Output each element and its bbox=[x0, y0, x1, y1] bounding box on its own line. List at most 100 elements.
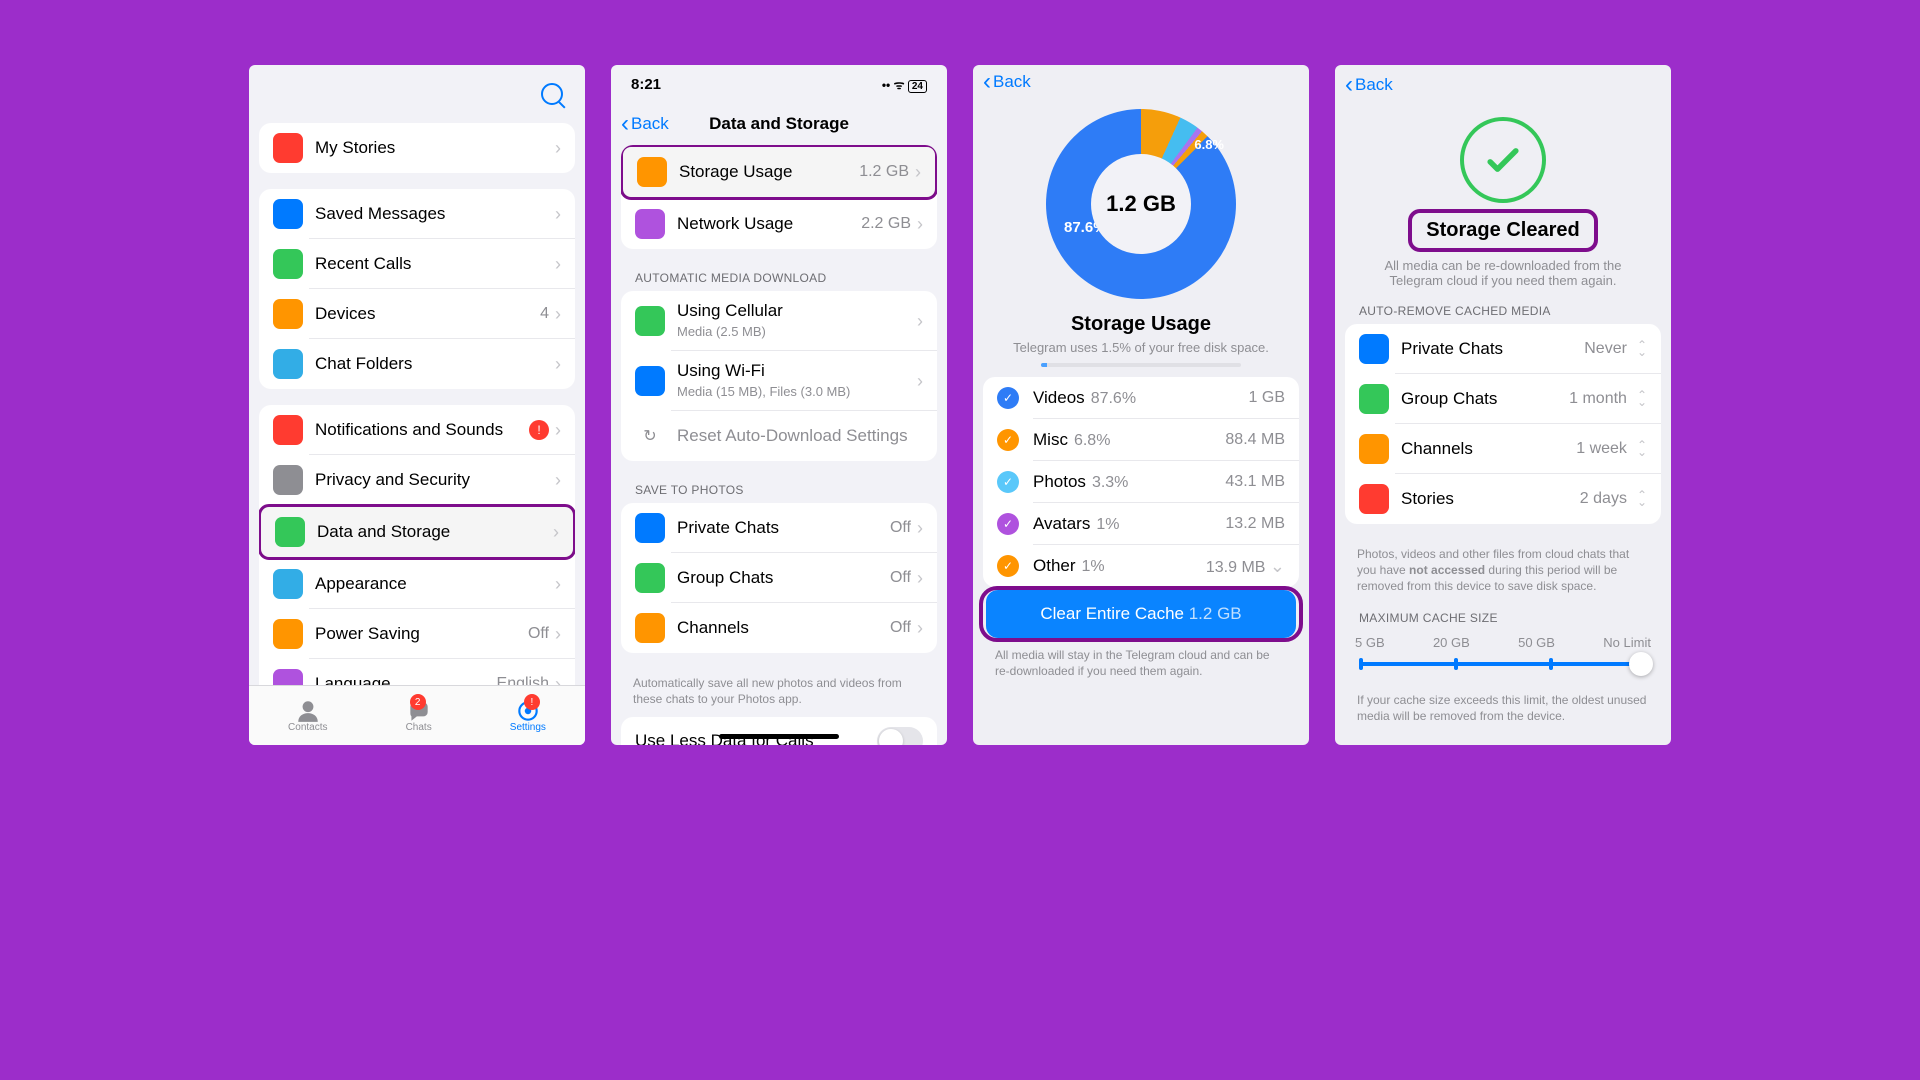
settings-row[interactable]: Network Usage2.2 GB › bbox=[621, 199, 937, 249]
settings-row[interactable]: Notifications and Sounds! › bbox=[259, 405, 575, 455]
tab-chats[interactable]: 2 Chats bbox=[406, 698, 432, 733]
back-button[interactable]: ‹Back bbox=[1345, 73, 1393, 97]
row-label: Misc6.8% bbox=[1033, 430, 1225, 450]
tab-settings[interactable]: ! Settings bbox=[510, 698, 546, 733]
max-cache-slider[interactable]: 5 GB 20 GB 50 GB No Limit bbox=[1335, 631, 1671, 676]
chevron-right-icon: › bbox=[555, 470, 561, 491]
settings-row[interactable]: ChannelsOff › bbox=[621, 603, 937, 653]
donut-slice-label: 87.6% bbox=[1064, 219, 1107, 236]
navbar: ‹Back Data and Storage bbox=[611, 103, 947, 145]
row-trail: 1 month⌃⌄ bbox=[1569, 390, 1647, 408]
settings-row[interactable]: Power SavingOff › bbox=[259, 609, 575, 659]
search-icon[interactable] bbox=[541, 83, 563, 105]
row-size: 13.2 MB bbox=[1225, 515, 1285, 533]
tab-contacts[interactable]: Contacts bbox=[288, 698, 327, 733]
row-label: Recent Calls bbox=[315, 254, 555, 274]
clear-cache-button[interactable]: Clear Entire Cache 1.2 GB bbox=[986, 590, 1296, 638]
row-icon bbox=[635, 209, 665, 239]
row-label: Photos3.3% bbox=[1033, 472, 1225, 492]
status-bar: 8:21 •• ᯤ 24 bbox=[611, 65, 947, 103]
settings-row[interactable]: Using Wi-FiMedia (15 MB), Files (3.0 MB)… bbox=[621, 351, 937, 411]
settings-row[interactable]: Appearance › bbox=[259, 559, 575, 609]
row-use-less-data[interactable]: Use Less Data for Calls bbox=[621, 717, 937, 745]
row-label: Channels bbox=[1401, 439, 1576, 459]
storage-item-row[interactable]: ✓Other1%13.9 MB ⌄ bbox=[983, 545, 1299, 587]
auto-remove-row[interactable]: Stories2 days⌃⌄ bbox=[1345, 474, 1661, 524]
reset-auto-download[interactable]: ↻Reset Auto-Download Settings bbox=[621, 411, 937, 461]
storage-item-row[interactable]: ✓Photos3.3%43.1 MB bbox=[983, 461, 1299, 503]
settings-row[interactable]: Data and Storage › bbox=[261, 507, 573, 557]
tab-bar: Contacts 2 Chats ! Settings bbox=[249, 685, 585, 745]
chevron-right-icon: › bbox=[917, 518, 923, 539]
chevron-right-icon: › bbox=[917, 214, 923, 235]
settings-row[interactable]: Using CellularMedia (2.5 MB) › bbox=[621, 291, 937, 351]
row-icon bbox=[273, 199, 303, 229]
settings-row[interactable]: Group ChatsOff › bbox=[621, 553, 937, 603]
success-check-icon bbox=[1460, 117, 1546, 203]
settings-row[interactable]: Privacy and Security › bbox=[259, 455, 575, 505]
chevron-left-icon: ‹ bbox=[1345, 73, 1353, 97]
toggle[interactable] bbox=[877, 727, 923, 745]
storage-item-row[interactable]: ✓Videos87.6%1 GB bbox=[983, 377, 1299, 419]
row-icon bbox=[273, 349, 303, 379]
row-label: Notifications and Sounds bbox=[315, 420, 529, 440]
settings-row[interactable]: My Stories › bbox=[259, 123, 575, 173]
settings-row[interactable]: Storage Usage1.2 GB › bbox=[623, 147, 935, 197]
row-trail: 2 days⌃⌄ bbox=[1580, 490, 1647, 508]
slider-tick-label: 50 GB bbox=[1518, 635, 1555, 650]
home-indicator bbox=[719, 734, 839, 739]
chevron-right-icon: › bbox=[917, 371, 923, 392]
checkmark-icon: ✓ bbox=[997, 513, 1019, 535]
row-trail: Off bbox=[890, 569, 911, 587]
updown-icon: ⌃⌄ bbox=[1637, 392, 1647, 406]
badge: ! bbox=[524, 694, 540, 710]
chevron-right-icon: › bbox=[555, 420, 561, 441]
row-label: Appearance bbox=[315, 574, 555, 594]
back-button[interactable]: ‹Back bbox=[621, 112, 669, 136]
row-label: Private Chats bbox=[1401, 339, 1584, 359]
footnote: Photos, videos and other files from clou… bbox=[1335, 540, 1671, 605]
chevron-left-icon: ‹ bbox=[983, 70, 991, 94]
section-header: AUTO-REMOVE CACHED MEDIA bbox=[1335, 298, 1671, 324]
row-icon bbox=[273, 415, 303, 445]
row-icon bbox=[273, 465, 303, 495]
heading-storage-cleared: Storage Cleared bbox=[1412, 213, 1593, 248]
donut-total: 1.2 GB bbox=[1106, 191, 1176, 217]
row-icon bbox=[273, 299, 303, 329]
settings-row[interactable]: Devices4 › bbox=[259, 289, 575, 339]
row-trail: 1.2 GB bbox=[859, 163, 909, 181]
row-size: 88.4 MB bbox=[1225, 431, 1285, 449]
section-header: MAXIMUM CACHE SIZE bbox=[1335, 605, 1671, 631]
row-label: Using Wi-FiMedia (15 MB), Files (3.0 MB) bbox=[677, 361, 917, 401]
page-title: Storage Usage bbox=[973, 313, 1309, 336]
auto-remove-row[interactable]: Private ChatsNever⌃⌄ bbox=[1345, 324, 1661, 374]
settings-row[interactable]: Recent Calls › bbox=[259, 239, 575, 289]
row-icon bbox=[273, 133, 303, 163]
settings-row[interactable]: Chat Folders › bbox=[259, 339, 575, 389]
row-icon bbox=[273, 249, 303, 279]
row-size: 1 GB bbox=[1249, 389, 1285, 407]
footnote: All media will stay in the Telegram clou… bbox=[973, 641, 1309, 689]
row-label: Avatars1% bbox=[1033, 514, 1225, 534]
screen-data-storage: 8:21 •• ᯤ 24 ‹Back Data and Storage Stor… bbox=[611, 65, 947, 745]
checkmark-icon: ✓ bbox=[997, 555, 1019, 577]
back-button[interactable]: ‹Back bbox=[983, 70, 1031, 94]
auto-remove-row[interactable]: Channels1 week⌃⌄ bbox=[1345, 424, 1661, 474]
storage-item-row[interactable]: ✓ Avatars1%13.2 MB bbox=[983, 503, 1299, 545]
auto-remove-row[interactable]: Group Chats1 month⌃⌄ bbox=[1345, 374, 1661, 424]
row-label: Reset Auto-Download Settings bbox=[677, 426, 923, 446]
chevron-right-icon: › bbox=[555, 304, 561, 325]
settings-row[interactable]: Private ChatsOff › bbox=[621, 503, 937, 553]
storage-item-row[interactable]: ✓Misc6.8%88.4 MB bbox=[983, 419, 1299, 461]
slider-knob[interactable] bbox=[1629, 652, 1653, 676]
section-header: SAVE TO PHOTOS bbox=[611, 477, 947, 503]
chevron-right-icon: › bbox=[915, 162, 921, 183]
donut-slice-label: 6.8% bbox=[1194, 137, 1224, 152]
settings-row[interactable]: Saved Messages › bbox=[259, 189, 575, 239]
row-trail: 1 week⌃⌄ bbox=[1576, 440, 1647, 458]
row-icon bbox=[275, 517, 305, 547]
row-label: Group Chats bbox=[677, 568, 890, 588]
navbar: ‹Back bbox=[973, 65, 1309, 99]
chevron-right-icon: › bbox=[555, 624, 561, 645]
row-trail: Off bbox=[890, 519, 911, 537]
